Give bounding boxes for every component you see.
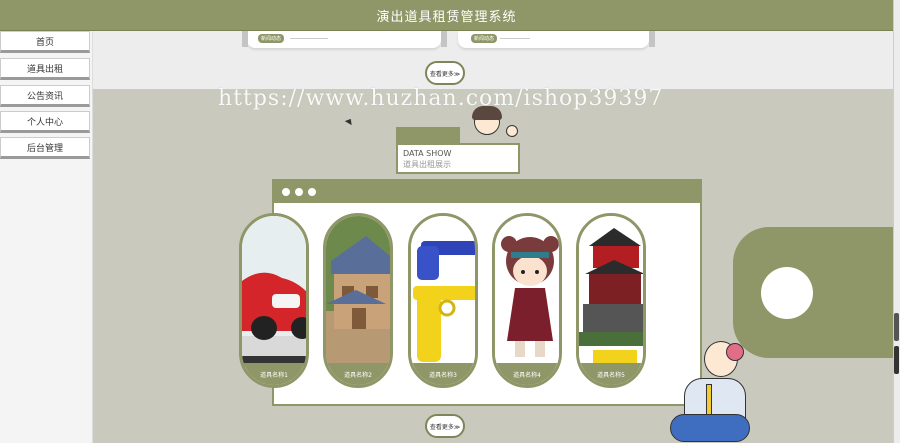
scrollbar[interactable] <box>893 0 900 443</box>
product-label: 道具名称1 <box>260 371 288 379</box>
decorative-panel <box>733 227 893 358</box>
lego-temple-image <box>579 216 643 366</box>
product-label: 道具名称2 <box>344 371 372 379</box>
window-titlebar <box>274 181 700 203</box>
page: 新闻动态 新闻动态 查看更多≫ 演出道具租赁管理系统 首页 道具出租 公告资讯 … <box>0 0 900 443</box>
product-card[interactable]: 道具名称3 <box>408 213 478 388</box>
sidebar: 首页 道具出租 公告资讯 个人中心 后台管理 <box>0 31 93 443</box>
toy-gun-image <box>411 216 475 366</box>
tag-line <box>500 38 530 39</box>
wooden-house-image <box>326 216 390 366</box>
card-divider <box>649 31 655 47</box>
product-label: 道具名称4 <box>513 371 541 379</box>
toy-car-image <box>242 216 306 366</box>
product-card[interactable]: 道具名称1 <box>239 213 309 388</box>
news-tag: 新闻动态 <box>258 34 285 43</box>
product-label: 道具名称3 <box>429 371 457 379</box>
watermark: https://www.huzhan.com/ishop39397 <box>218 86 664 111</box>
window-dot-icon <box>308 188 316 196</box>
card-divider <box>242 31 248 47</box>
sidebar-item-personal-center[interactable]: 个人中心 <box>0 111 90 133</box>
sidebar-item-prop-rental[interactable]: 道具出租 <box>0 58 90 80</box>
news-tag: 新闻动态 <box>471 34 498 43</box>
sidebar-item-announcements[interactable]: 公告资讯 <box>0 85 90 107</box>
window-dot-icon <box>295 188 303 196</box>
view-more-button[interactable]: 查看更多≫ <box>425 414 465 438</box>
cartoon-girl-hand <box>506 125 518 137</box>
mouse-cursor-icon <box>344 116 355 126</box>
product-card[interactable]: 道具名称2 <box>323 213 393 388</box>
sidebar-item-home[interactable]: 首页 <box>0 31 90 53</box>
product-card[interactable]: 道具名称5 <box>576 213 646 388</box>
window-dot-icon <box>282 188 290 196</box>
scrollbar-thumb[interactable] <box>894 346 899 374</box>
doll-image <box>495 216 559 366</box>
view-more-button[interactable]: 查看更多≫ <box>425 61 465 85</box>
cartoon-boy-legs <box>670 414 750 442</box>
data-show-box: DATA SHOW 道具出租展示 <box>396 143 520 174</box>
sidebar-item-admin[interactable]: 后台管理 <box>0 137 90 159</box>
scrollbar-thumb[interactable] <box>894 313 899 341</box>
data-show-title: DATA SHOW <box>403 149 452 158</box>
data-show-subtitle: 道具出租展示 <box>403 160 451 169</box>
product-label: 道具名称5 <box>597 371 625 379</box>
cartoon-boy-hat <box>726 343 744 361</box>
tag-line <box>290 38 328 39</box>
card-divider <box>441 31 447 47</box>
app-title: 演出道具租赁管理系统 <box>0 0 893 31</box>
decorative-circle <box>761 267 813 319</box>
product-card[interactable]: 道具名称4 <box>492 213 562 388</box>
